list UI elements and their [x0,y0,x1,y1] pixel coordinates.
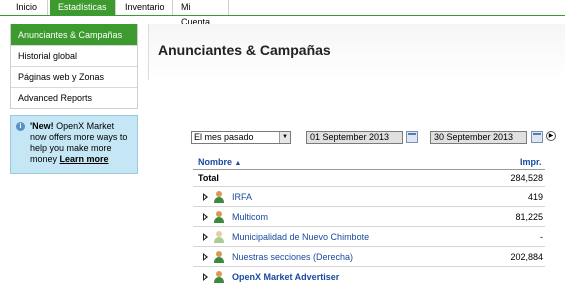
end-date-input[interactable]: 30 September 2013 [430,131,527,144]
table-row: Nuestras secciones (Derecha) 202,884 [193,247,545,267]
total-value: 284,528 [510,173,543,183]
period-select[interactable]: El mes pasado ▼ [191,131,291,144]
start-date-input[interactable]: 01 September 2013 [306,131,403,144]
table-total-row: Total 284,528 [193,170,545,187]
advertiser-icon [214,271,224,283]
promo-text: 'New! OpenX Market now offers more ways … [16,121,132,165]
promo-new-label: 'New! [30,121,54,131]
sidebar-item-paginas[interactable]: Páginas web y Zonas [11,66,137,87]
table-header-line [193,150,545,170]
impressions-value: 419 [527,192,543,202]
expand-arrow-icon[interactable] [203,213,208,221]
total-label: Total [198,173,219,183]
advertiser-link[interactable]: IRFA [232,192,252,202]
select-arrow-icon: ▼ [279,132,290,143]
tab-mi-cuenta[interactable]: Mi Cuenta [173,0,229,27]
sidebar: Anunciantes & Campañas Historial global … [10,24,138,109]
table-row: IRFA 419 [193,187,545,207]
promo-box: i 'New! OpenX Market now offers more way… [10,115,138,174]
page-title: Anunciantes & Campañas [158,42,331,58]
learn-more-link[interactable]: Learn more [60,154,109,164]
expand-arrow-icon[interactable] [203,193,208,201]
advertiser-icon [214,191,224,203]
info-icon: i [16,122,25,131]
advertiser-link[interactable]: Nuestras secciones (Derecha) [232,252,353,262]
sidebar-item-advanced-reports[interactable]: Advanced Reports [11,87,137,108]
sidebar-item-historial[interactable]: Historial global [11,45,137,66]
calendar-icon[interactable] [406,131,418,143]
expand-arrow-icon[interactable] [203,233,208,241]
table-row: Multicom 81,225 [193,207,545,227]
advertiser-link[interactable]: Multicom [232,212,268,222]
impressions-value: 81,225 [515,212,543,222]
calendar-icon[interactable] [531,131,543,143]
advertiser-icon [214,211,224,223]
top-nav: Inicio Estadísticas Inventario Mi Cuenta [0,0,565,27]
expand-arrow-icon[interactable] [203,253,208,261]
tab-inicio[interactable]: Inicio [8,0,48,15]
impressions-value: 202,884 [510,252,543,262]
table-row: OpenX Market Advertiser [193,267,545,287]
tab-estadisticas[interactable]: Estadísticas [50,0,116,15]
table-row: Municipalidad de Nuevo Chimbote - [193,227,545,247]
expand-arrow-icon[interactable] [203,273,208,281]
period-select-value: El mes pasado [194,132,254,142]
advertiser-icon [214,231,224,243]
impressions-value: - [540,232,543,242]
sidebar-item-anunciantes[interactable]: Anunciantes & Campañas [11,24,137,45]
tab-inventario[interactable]: Inventario [117,0,173,15]
advertiser-link[interactable]: Municipalidad de Nuevo Chimbote [232,232,369,242]
advertiser-icon [214,251,224,263]
go-icon[interactable]: ▶ [546,131,556,141]
